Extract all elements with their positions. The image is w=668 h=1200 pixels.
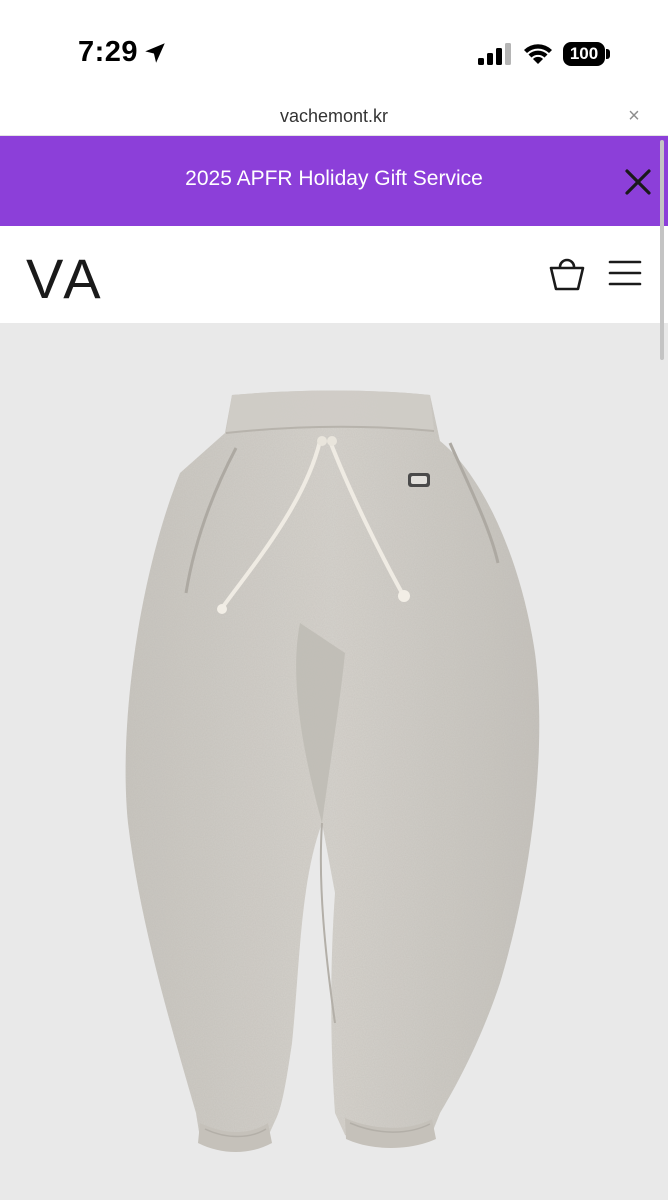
product-hero[interactable] <box>0 323 668 1200</box>
battery-tip <box>606 49 610 59</box>
promo-banner-text[interactable]: 2025 APFR Holiday Gift Service <box>0 167 668 191</box>
url-text[interactable]: vachemont.kr <box>0 106 668 127</box>
status-bar: 7:29 100 <box>0 0 668 100</box>
page-scrollbar[interactable] <box>660 140 664 360</box>
wifi-icon <box>524 44 552 64</box>
battery-level: 100 <box>569 44 599 63</box>
banner-close-icon[interactable] <box>622 166 654 198</box>
signal-icon <box>478 43 511 65</box>
product-image-sweatpants[interactable] <box>0 323 668 1200</box>
location-arrow-icon <box>145 43 165 63</box>
url-close-icon[interactable]: × <box>624 106 644 126</box>
site-logo[interactable]: VA <box>26 246 105 311</box>
browser-url-bar[interactable]: vachemont.kr × <box>0 100 668 136</box>
status-time: 7:29 <box>78 36 139 68</box>
menu-icon[interactable] <box>608 258 642 288</box>
cart-icon[interactable] <box>548 254 586 292</box>
promo-banner[interactable]: 2025 APFR Holiday Gift Service <box>0 136 668 226</box>
battery-icon: 100 <box>563 42 605 66</box>
